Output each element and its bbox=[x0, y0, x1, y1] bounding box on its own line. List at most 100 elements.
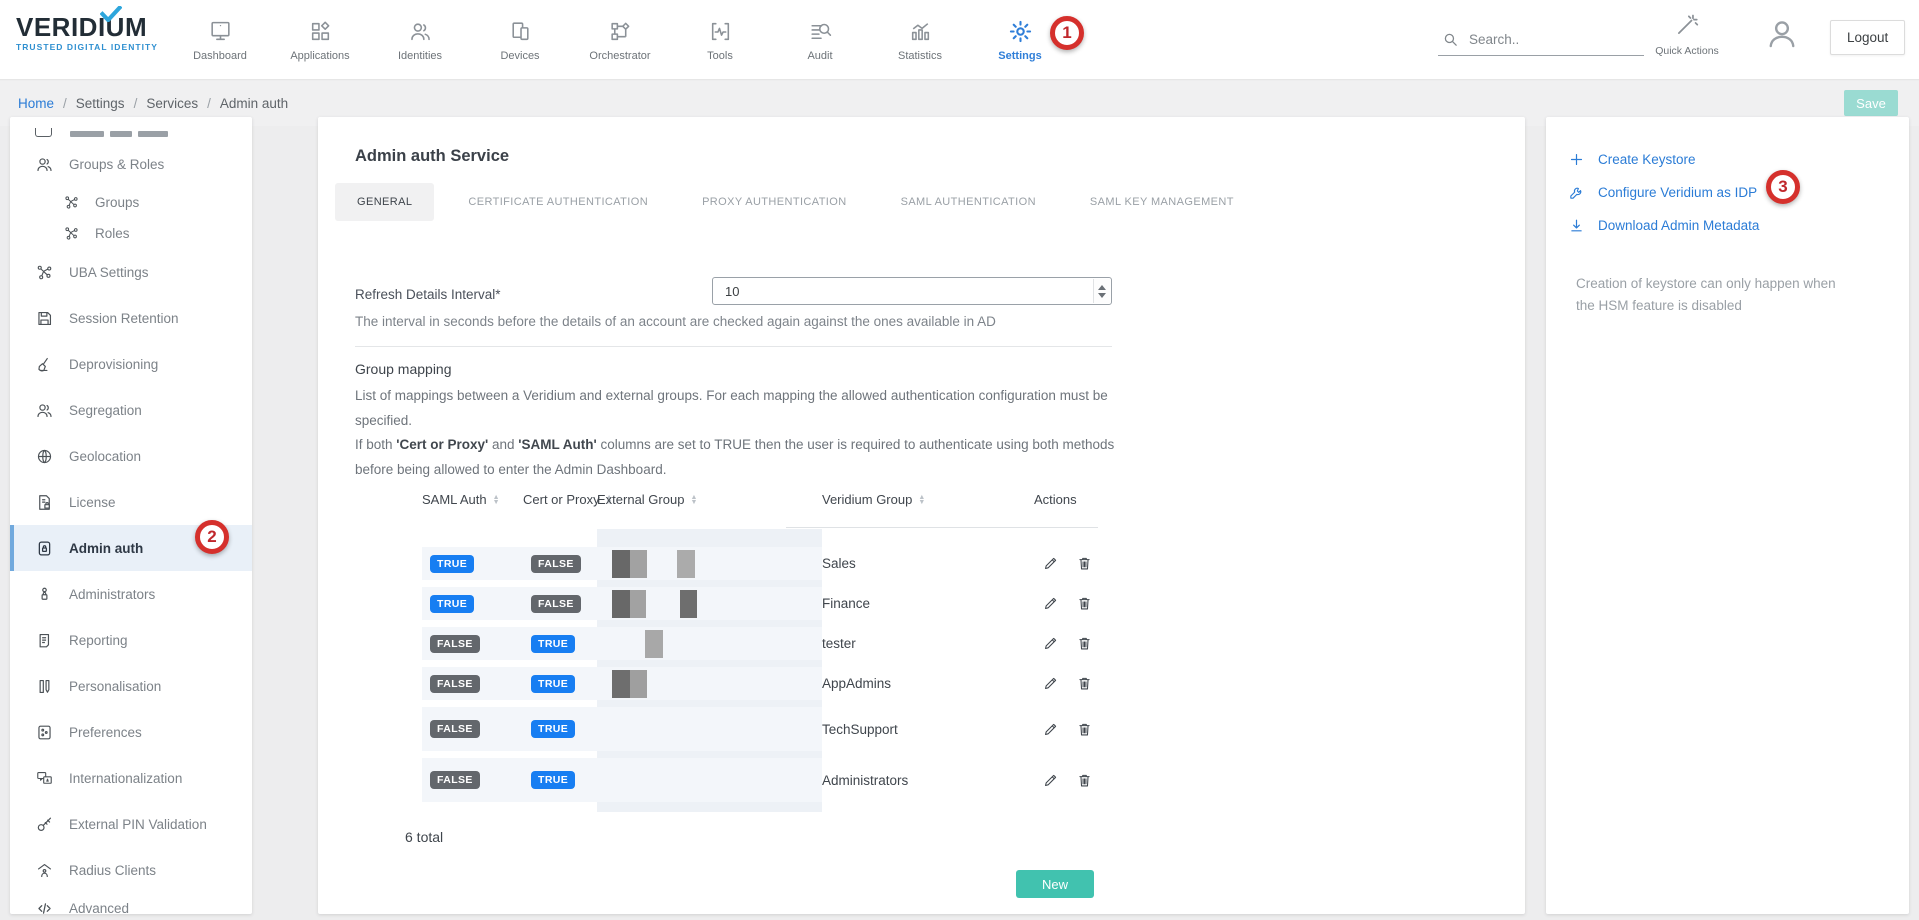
network-icon bbox=[35, 263, 54, 282]
delete-icon[interactable] bbox=[1076, 635, 1093, 652]
tab-saml-key-management[interactable]: SAML KEY MANAGEMENT bbox=[1070, 183, 1254, 221]
group-mapping-table-header: SAML Auth ▲▼ Cert or Proxy ▲▼ External G… bbox=[422, 492, 1184, 507]
veridium-group-cell: Finance bbox=[822, 587, 1034, 620]
table-header-divider bbox=[786, 527, 1098, 528]
quick-actions-button[interactable]: Quick Actions bbox=[1650, 12, 1724, 57]
nav-item-applications[interactable]: Applications bbox=[270, 0, 370, 80]
redacted-block bbox=[680, 590, 697, 618]
link-download-admin-metadata[interactable]: Download Admin Metadata bbox=[1568, 209, 1759, 242]
external-group-cell bbox=[597, 758, 822, 802]
veridium-group-cell: Sales bbox=[822, 547, 1034, 580]
sidebar-item-advanced[interactable]: Advanced bbox=[10, 893, 252, 914]
cert-or-proxy-cell: TRUE bbox=[523, 667, 597, 700]
edit-icon[interactable] bbox=[1042, 675, 1059, 692]
link-create-keystore[interactable]: Create Keystore bbox=[1568, 143, 1759, 176]
sidebar-item-groups-roles[interactable]: Groups & Roles bbox=[10, 141, 252, 187]
tab-proxy-authentication[interactable]: PROXY AUTHENTICATION bbox=[682, 183, 867, 221]
search-input[interactable] bbox=[1469, 32, 1629, 47]
spinner-up-icon[interactable] bbox=[1098, 285, 1106, 290]
sidebar-item-segregation[interactable]: Segregation bbox=[10, 387, 252, 433]
breadcrumb-settings[interactable]: Settings bbox=[76, 96, 125, 111]
sidebar-item-deprovisioning[interactable]: Deprovisioning bbox=[10, 341, 252, 387]
nav-item-orchestrator[interactable]: Orchestrator bbox=[570, 0, 670, 80]
nav-item-statistics[interactable]: Statistics bbox=[870, 0, 970, 80]
edit-icon[interactable] bbox=[1042, 635, 1059, 652]
search-icon bbox=[1442, 31, 1459, 48]
sidebar-item-preferences[interactable]: Preferences bbox=[10, 709, 252, 755]
nav-item-tools[interactable]: Tools bbox=[670, 0, 770, 80]
cert-or-proxy-cell: FALSE bbox=[523, 587, 597, 620]
cert-or-proxy-badge: TRUE bbox=[531, 771, 575, 789]
sidebar-item-license[interactable]: License bbox=[10, 479, 252, 525]
column-header-cert-or-proxy[interactable]: Cert or Proxy ▲▼ bbox=[523, 492, 597, 507]
spinner-down-icon[interactable] bbox=[1098, 293, 1106, 298]
saml-auth-cell: TRUE bbox=[422, 547, 523, 580]
edit-icon[interactable] bbox=[1042, 595, 1059, 612]
column-header-external-group[interactable]: External Group ▲▼ bbox=[597, 492, 822, 507]
sidebar-item-groups[interactable]: Groups bbox=[10, 187, 252, 218]
sidebar-item-personalisation[interactable]: Personalisation bbox=[10, 663, 252, 709]
delete-icon[interactable] bbox=[1076, 721, 1093, 738]
sidebar-item-uba-settings[interactable]: UBA Settings bbox=[10, 249, 252, 295]
delete-icon[interactable] bbox=[1076, 772, 1093, 789]
sidebar-item-administrators[interactable]: Administrators bbox=[10, 571, 252, 617]
tab-bar: GENERAL CERTIFICATE AUTHENTICATION PROXY… bbox=[335, 183, 1254, 221]
top-nav: Dashboard Applications Identities Device… bbox=[170, 0, 1070, 80]
people-icon bbox=[35, 401, 54, 420]
nav-item-audit[interactable]: Audit bbox=[770, 0, 870, 80]
table-total-count: 6 total bbox=[405, 829, 443, 845]
sort-icon: ▲▼ bbox=[493, 495, 500, 505]
edit-icon[interactable] bbox=[1042, 772, 1059, 789]
people-icon bbox=[408, 19, 433, 44]
key-icon bbox=[35, 815, 54, 834]
saml-auth-badge: FALSE bbox=[430, 771, 480, 789]
devices-icon bbox=[508, 19, 533, 44]
cert-or-proxy-badge: FALSE bbox=[531, 555, 581, 573]
tools-icon bbox=[708, 19, 733, 44]
sidebar-item-radius-clients[interactable]: Radius Clients bbox=[10, 847, 252, 893]
logout-button[interactable]: Logout bbox=[1830, 20, 1905, 55]
tab-saml-authentication[interactable]: SAML AUTHENTICATION bbox=[881, 183, 1056, 221]
personalisation-icon bbox=[35, 677, 54, 696]
external-group-cell bbox=[597, 627, 822, 660]
nav-item-identities[interactable]: Identities bbox=[370, 0, 470, 80]
sort-icon: ▲▼ bbox=[918, 495, 925, 505]
orchestrator-icon bbox=[608, 19, 633, 44]
edit-icon[interactable] bbox=[1042, 721, 1059, 738]
refresh-interval-field bbox=[712, 277, 1112, 305]
delete-icon[interactable] bbox=[1076, 555, 1093, 572]
nav-item-dashboard[interactable]: Dashboard bbox=[170, 0, 270, 80]
link-configure-veridium-as-idp[interactable]: Configure Veridium as IDP bbox=[1568, 176, 1759, 209]
delete-icon[interactable] bbox=[1076, 595, 1093, 612]
redacted-block bbox=[645, 630, 663, 658]
edit-icon[interactable] bbox=[1042, 555, 1059, 572]
floppy-icon bbox=[35, 309, 54, 328]
number-spinner[interactable] bbox=[1093, 279, 1110, 303]
nav-item-devices[interactable]: Devices bbox=[470, 0, 570, 80]
save-button[interactable]: Save bbox=[1844, 90, 1898, 116]
search-box bbox=[1438, 24, 1644, 56]
new-mapping-button[interactable]: New bbox=[1016, 870, 1094, 898]
saml-auth-badge: FALSE bbox=[430, 635, 480, 653]
actions-cell bbox=[1034, 667, 1184, 700]
tab-certificate-authentication[interactable]: CERTIFICATE AUTHENTICATION bbox=[448, 183, 668, 221]
saml-auth-cell: FALSE bbox=[422, 707, 523, 751]
refresh-interval-input[interactable] bbox=[713, 278, 1091, 304]
cert-or-proxy-cell: TRUE bbox=[523, 758, 597, 802]
lock-square-icon bbox=[35, 539, 54, 558]
sidebar-item-reporting[interactable]: Reporting bbox=[10, 617, 252, 663]
column-header-saml-auth[interactable]: SAML Auth ▲▼ bbox=[422, 492, 523, 507]
sidebar-item-geolocation[interactable]: Geolocation bbox=[10, 433, 252, 479]
breadcrumb-home[interactable]: Home bbox=[18, 96, 54, 111]
sidebar-item-session-retention[interactable]: Session Retention bbox=[10, 295, 252, 341]
breadcrumb-services[interactable]: Services bbox=[146, 96, 198, 111]
veridium-logo[interactable]: VERIDIUM TRUSTED DIGITAL IDENTITY bbox=[16, 14, 176, 52]
sidebar-item-roles[interactable]: Roles bbox=[10, 218, 252, 249]
broom-icon bbox=[35, 355, 54, 374]
delete-icon[interactable] bbox=[1076, 675, 1093, 692]
sidebar-item-external-pin-validation[interactable]: External PIN Validation bbox=[10, 801, 252, 847]
column-header-veridium-group[interactable]: Veridium Group ▲▼ bbox=[822, 492, 1034, 507]
user-avatar-button[interactable] bbox=[1764, 16, 1800, 52]
sidebar-item-internationalization[interactable]: Internationalization bbox=[10, 755, 252, 801]
tab-general[interactable]: GENERAL bbox=[335, 183, 434, 221]
